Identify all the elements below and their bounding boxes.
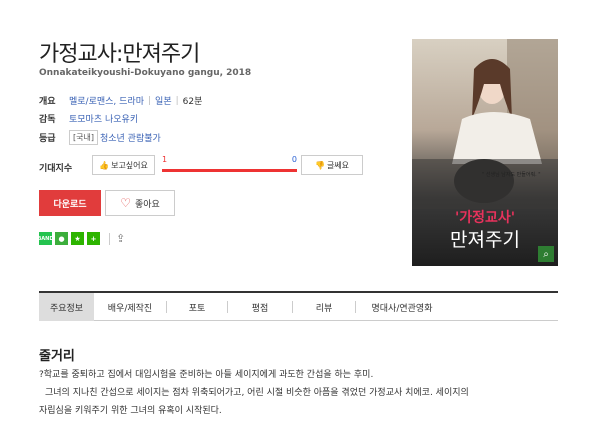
- share-icon[interactable]: ⇪: [116, 232, 125, 245]
- divider: [109, 232, 110, 245]
- download-button[interactable]: 다운로드: [39, 190, 101, 216]
- overview-row: 개요 멜로/로맨스, 드라마 | 일본 | 62분: [39, 94, 203, 108]
- rating-row: 등급 [국내] 청소년 관람불가: [39, 130, 161, 145]
- director-label: 감독: [39, 115, 56, 125]
- synopsis-line: 그녀의 지나친 간섭으로 세이지는 점차 위축되어가고, 어린 시절 비슷한 아…: [45, 388, 469, 398]
- synopsis-line: ?학교를 중퇴하고 집에서 대입시험을 준비하는 아들 세이지에게 과도한 간섭…: [39, 370, 374, 380]
- director-row: 감독 토모마츠 나오유키: [39, 112, 138, 125]
- poster-title-bottom: 만져주기: [450, 229, 520, 251]
- band-icon[interactable]: BAND: [38, 232, 54, 245]
- not-sure-label: 글쎄요: [326, 160, 350, 170]
- tab-review[interactable]: 리뷰: [293, 293, 355, 321]
- divider: |: [148, 95, 152, 106]
- divider: |: [175, 95, 179, 106]
- director-link[interactable]: 토모마츠 나오유키: [69, 112, 138, 125]
- star-icon[interactable]: ★: [71, 232, 84, 245]
- like-label: 좋아요: [134, 199, 160, 210]
- tab-cast-crew[interactable]: 배우/제작진: [94, 293, 166, 321]
- poster-quote: " 선생님 남자도 만들어줘. ": [482, 172, 541, 178]
- like-button[interactable]: ♡ 좋아요: [105, 190, 175, 216]
- tab-main-info[interactable]: 주요정보: [39, 293, 94, 321]
- expectation-meter: 기대지수 👍 보고싶어요 1 0 👎 글쎄요: [39, 155, 364, 177]
- country-link[interactable]: 일본: [155, 94, 172, 107]
- expectation-bar: 1 0: [162, 155, 297, 175]
- expectation-bar-fill: [162, 169, 297, 172]
- tab-rating[interactable]: 평점: [228, 293, 292, 321]
- heart-icon: ♡: [120, 196, 131, 210]
- plus-icon[interactable]: +: [87, 232, 100, 245]
- rating-link[interactable]: 청소년 관람불가: [100, 131, 161, 144]
- share-row: BAND ● ★ + ⇪: [38, 232, 125, 245]
- tab-bar: 주요정보 배우/제작진 포토 평점 리뷰 명대사/연관영화: [39, 291, 558, 321]
- want-to-see-label: 보고싶어요: [111, 160, 148, 170]
- thumbs-up-icon: 👍: [99, 160, 110, 170]
- overview-label: 개요: [39, 97, 56, 107]
- zoom-icon[interactable]: ⌕: [538, 246, 554, 262]
- synopsis-heading: 줄거리: [39, 349, 75, 364]
- movie-poster[interactable]: " 선생님 남자도 만들어줘. " '가정교사' 만져주기 ⌕: [412, 39, 558, 266]
- not-sure-button[interactable]: 👎 글쎄요: [301, 155, 363, 175]
- rating-label: 등급: [39, 134, 56, 144]
- thumbs-down-icon: 👎: [314, 160, 325, 170]
- expectation-label: 기대지수: [39, 164, 73, 174]
- synopsis-text: ?학교를 중퇴하고 집에서 대입시험을 준비하는 아들 세이지에게 과도한 간섭…: [39, 366, 558, 420]
- rating-prefix: [국내]: [69, 130, 98, 145]
- page-title: 가정교사:만져주기: [39, 42, 200, 67]
- tab-quotes-related[interactable]: 명대사/연관영화: [356, 293, 448, 321]
- nah-count: 0: [291, 155, 297, 164]
- runtime: 62분: [182, 97, 203, 107]
- want-count: 1: [162, 155, 168, 164]
- want-to-see-button[interactable]: 👍 보고싶어요: [92, 155, 155, 175]
- kakaostory-icon[interactable]: ●: [55, 232, 68, 245]
- genre-link[interactable]: 멜로/로맨스, 드라마: [69, 94, 144, 107]
- synopsis-line: 자립심을 키워주기 위한 그녀의 유혹이 시작된다.: [39, 406, 222, 416]
- tab-photo[interactable]: 포토: [167, 293, 227, 321]
- page-subtitle: Onnakateikyoushi-Dokuyano gangu, 2018: [39, 68, 252, 78]
- poster-title-top: '가정교사': [454, 210, 516, 226]
